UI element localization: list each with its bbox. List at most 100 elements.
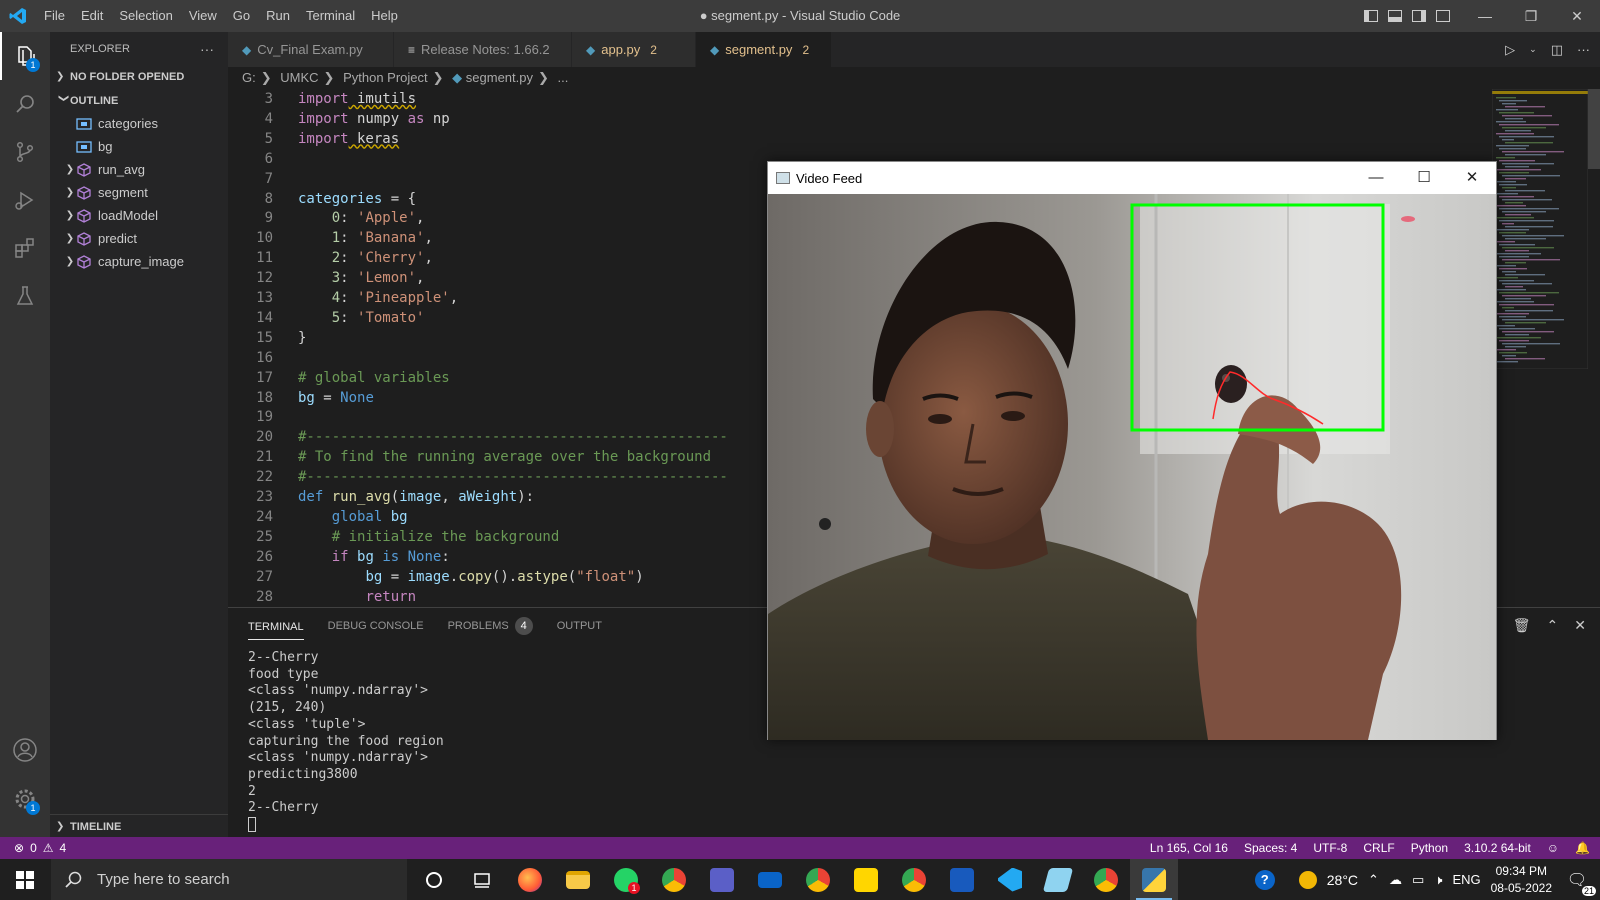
- breadcrumb-umkc[interactable]: UMKC: [280, 70, 318, 85]
- menu-file[interactable]: File: [36, 0, 73, 32]
- kill-terminal-trash-icon[interactable]: 🗑: [1513, 617, 1531, 634]
- more-actions-icon[interactable]: ···: [200, 32, 214, 66]
- breadcrumb-file[interactable]: segment.py: [466, 70, 533, 85]
- source-control-icon[interactable]: [0, 128, 50, 176]
- clock[interactable]: 09:34 PM 08-05-2022: [1491, 863, 1552, 897]
- breadcrumb-drive[interactable]: G:: [242, 70, 256, 85]
- battery-icon[interactable]: ▭: [1412, 872, 1424, 888]
- testing-flask-icon[interactable]: [0, 272, 50, 320]
- outline-section[interactable]: ❯ OUTLINE: [50, 90, 228, 112]
- editor-more-actions-icon[interactable]: ···: [1577, 42, 1590, 57]
- notifications-bell-icon[interactable]: 🔔: [1575, 837, 1590, 859]
- minimize-button[interactable]: —: [1462, 0, 1508, 32]
- help-icon[interactable]: ?: [1254, 869, 1275, 890]
- editor-tab-Cv_Final Exam.py[interactable]: ◆ Cv_Final Exam.py: [228, 32, 394, 67]
- menu-help[interactable]: Help: [363, 0, 406, 32]
- firefox-icon[interactable]: [506, 859, 554, 900]
- sticky-notes-icon[interactable]: [842, 859, 890, 900]
- taskbar-search-box[interactable]: Type here to search: [51, 859, 407, 900]
- notification-center-icon[interactable]: 🗨 21: [1562, 870, 1596, 896]
- weather-icon[interactable]: [1298, 870, 1317, 889]
- menu-terminal[interactable]: Terminal: [298, 0, 363, 32]
- extensions-icon[interactable]: [0, 224, 50, 272]
- outline-item-run_avg[interactable]: ❯ run_avg: [50, 158, 228, 181]
- vscode-taskbar-icon[interactable]: [986, 859, 1034, 900]
- close-button[interactable]: ✕: [1554, 0, 1600, 32]
- menu-edit[interactable]: Edit: [73, 0, 111, 32]
- outline-item-segment[interactable]: ❯ segment: [50, 181, 228, 204]
- explorer-icon[interactable]: 1: [0, 32, 50, 80]
- volume-muted-icon[interactable]: 🕨: [1434, 872, 1442, 888]
- menu-go[interactable]: Go: [225, 0, 258, 32]
- editor-tab-Release Notes: 1.66.2[interactable]: ≡ Release Notes: 1.66.2: [394, 32, 572, 67]
- maximize-panel-chevron-up-icon[interactable]: ⌃: [1547, 617, 1559, 634]
- run-python-file-icon[interactable]: ▷: [1505, 42, 1515, 58]
- customize-layout-icon[interactable]: [1436, 10, 1450, 22]
- run-dropdown-chevron-icon[interactable]: ⌄: [1529, 44, 1537, 55]
- show-hidden-icons-chevron-icon[interactable]: ⌃: [1368, 872, 1379, 888]
- windows-start-icon[interactable]: [0, 859, 50, 900]
- toggle-primary-sidebar-icon[interactable]: [1364, 10, 1378, 22]
- python-interpreter[interactable]: 3.10.2 64-bit: [1464, 837, 1531, 859]
- whatsapp-icon[interactable]: 1: [602, 859, 650, 900]
- task-view-icon[interactable]: [458, 859, 506, 900]
- network-icon[interactable]: ☁: [1389, 872, 1402, 888]
- toggle-panel-icon[interactable]: [1388, 10, 1402, 22]
- breadcrumb-python-project[interactable]: Python Project: [343, 70, 428, 85]
- chrome-profile-2-icon[interactable]: [890, 859, 938, 900]
- cursor-position[interactable]: Ln 165, Col 16: [1150, 837, 1228, 859]
- menu-selection[interactable]: Selection: [111, 0, 180, 32]
- video-minimize-button[interactable]: —: [1352, 162, 1400, 194]
- editor-scrollbar[interactable]: [1588, 89, 1600, 169]
- search-icon[interactable]: [0, 80, 50, 128]
- menu-run[interactable]: Run: [258, 0, 298, 32]
- toggle-secondary-sidebar-icon[interactable]: [1412, 10, 1426, 22]
- settings-gear-icon[interactable]: 1: [0, 775, 50, 823]
- video-feed-window[interactable]: Video Feed — ☐ ✕: [767, 161, 1497, 740]
- outline-item-bg[interactable]: bg: [50, 135, 228, 158]
- word-icon[interactable]: [938, 859, 986, 900]
- tab-terminal[interactable]: TERMINAL: [248, 611, 304, 640]
- outline-item-predict[interactable]: ❯ predict: [50, 227, 228, 250]
- no-folder-section[interactable]: ❯ NO FOLDER OPENED: [50, 66, 228, 88]
- video-maximize-button[interactable]: ☐: [1400, 162, 1448, 194]
- chrome-profile-icon[interactable]: [794, 859, 842, 900]
- chrome-icon[interactable]: [650, 859, 698, 900]
- feedback-icon[interactable]: ☺: [1547, 837, 1559, 859]
- python-app-icon[interactable]: [1130, 859, 1178, 900]
- tab-problems[interactable]: PROBLEMS 4: [448, 616, 533, 635]
- outline-item-capture_image[interactable]: ❯ capture_image: [50, 250, 228, 273]
- teams-icon[interactable]: [698, 859, 746, 900]
- menu-view[interactable]: View: [181, 0, 225, 32]
- end-of-line[interactable]: CRLF: [1363, 837, 1394, 859]
- notepad-icon[interactable]: [1034, 859, 1082, 900]
- timeline-section[interactable]: ❯ TIMELINE: [50, 814, 228, 837]
- terminal-output[interactable]: 2--Cherry food type <class 'numpy.ndarray'…: [248, 650, 444, 834]
- indentation[interactable]: Spaces: 4: [1244, 837, 1297, 859]
- file-explorer-icon[interactable]: [554, 859, 602, 900]
- language-mode[interactable]: Python: [1411, 837, 1448, 859]
- close-panel-icon[interactable]: ✕: [1574, 617, 1586, 634]
- mail-icon[interactable]: [746, 859, 794, 900]
- editor-tab-segment.py[interactable]: ◆ segment.py 2: [696, 32, 832, 67]
- video-feed-titlebar[interactable]: Video Feed — ☐ ✕: [768, 162, 1496, 194]
- editor-tab-app.py[interactable]: ◆ app.py 2: [572, 32, 696, 67]
- video-close-button[interactable]: ✕: [1448, 162, 1496, 194]
- problems-status[interactable]: ⊗ 0 ⚠ 4: [14, 837, 66, 859]
- cortana-icon[interactable]: [410, 859, 458, 900]
- chrome-profile-3-icon[interactable]: [1082, 859, 1130, 900]
- encoding[interactable]: UTF-8: [1313, 837, 1347, 859]
- split-editor-icon[interactable]: ◫: [1551, 42, 1563, 58]
- tab-debug-console[interactable]: DEBUG CONSOLE: [328, 620, 424, 632]
- temperature[interactable]: 28°C: [1327, 872, 1358, 888]
- run-debug-icon[interactable]: [0, 176, 50, 224]
- accounts-icon[interactable]: [0, 726, 50, 774]
- terminal-cursor[interactable]: [248, 817, 256, 833]
- restore-button[interactable]: ❐: [1508, 0, 1554, 32]
- outline-item-categories[interactable]: categories: [50, 112, 228, 135]
- input-language[interactable]: ENG: [1452, 872, 1480, 887]
- breadcrumb-symbol[interactable]: ...: [558, 70, 569, 85]
- minimap[interactable]: [1491, 88, 1589, 370]
- tab-output[interactable]: OUTPUT: [557, 620, 602, 632]
- outline-item-loadModel[interactable]: ❯ loadModel: [50, 204, 228, 227]
